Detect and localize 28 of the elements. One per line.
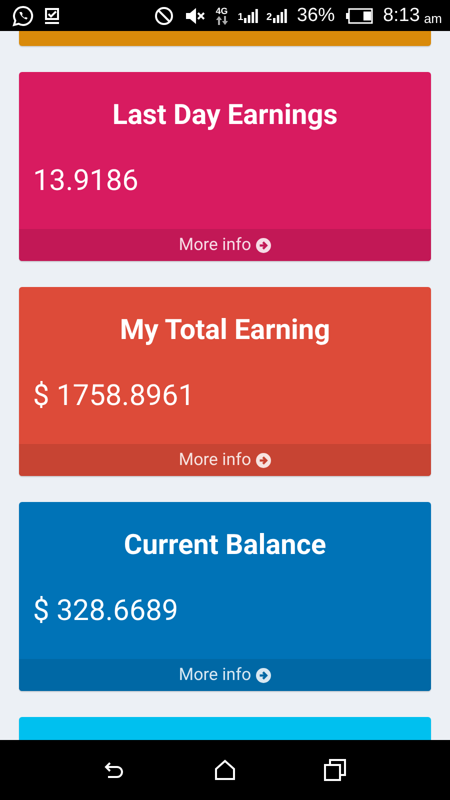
- more-info-link[interactable]: More info: [19, 444, 431, 476]
- recent-apps-icon[interactable]: [324, 759, 346, 781]
- card-title: Last Day Earnings: [111, 97, 339, 133]
- network-type: 4G: [216, 6, 228, 16]
- do-not-disturb-icon: [154, 6, 174, 26]
- card-title: Current Balance: [122, 527, 328, 563]
- card-title: My Total Earning: [118, 312, 332, 348]
- mute-icon: [184, 6, 206, 24]
- more-info-link[interactable]: More info: [19, 229, 431, 261]
- am-pm: am: [424, 10, 442, 26]
- battery-icon: [344, 8, 373, 24]
- signal-icon: [272, 8, 287, 22]
- battery-percent: 36%: [296, 4, 335, 26]
- checklist-icon: [44, 6, 60, 24]
- sim-number: 1: [238, 12, 244, 22]
- data-arrows-icon: [216, 16, 228, 24]
- arrow-circle-icon: [256, 668, 272, 682]
- home-icon[interactable]: [214, 759, 236, 781]
- card-value: $ 328.6689: [33, 593, 180, 630]
- chat-icon: [12, 4, 34, 26]
- signal-icon: [244, 8, 258, 22]
- clock: 8:13: [382, 4, 420, 26]
- card-value: $ 1758.8961: [33, 378, 196, 415]
- more-info-link[interactable]: More info: [19, 659, 431, 691]
- sim-number: 2: [266, 12, 272, 22]
- arrow-circle-icon: [256, 452, 272, 468]
- card-value: 13.9186: [33, 163, 140, 200]
- arrow-circle-icon: [256, 238, 272, 252]
